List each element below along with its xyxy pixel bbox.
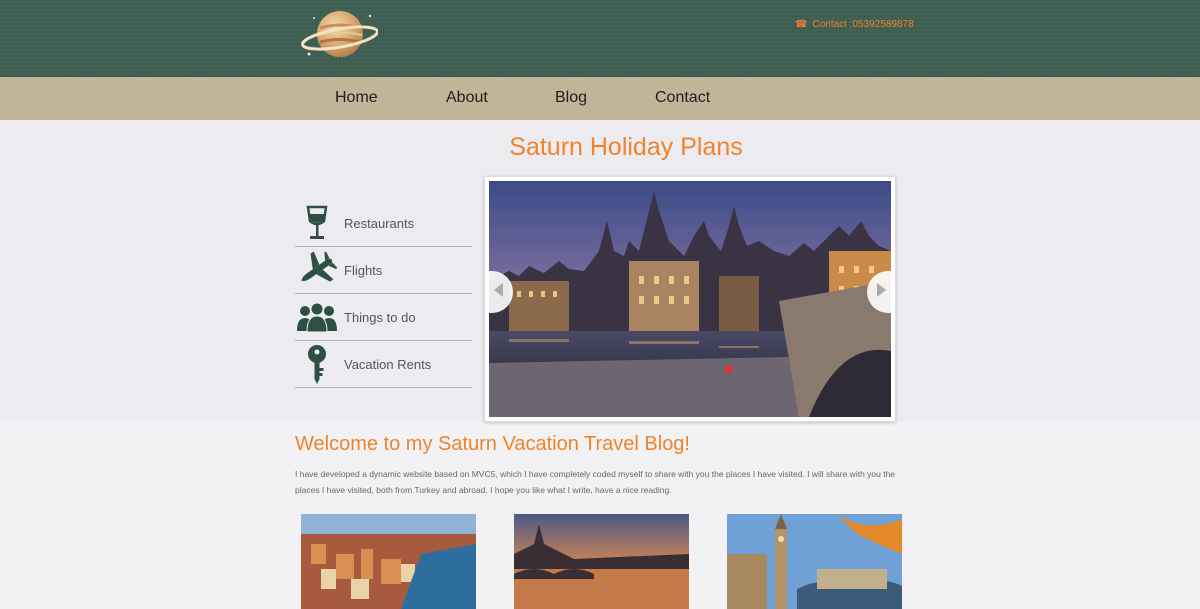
nav-item-about[interactable]: About <box>446 89 488 107</box>
sidebar-item-things-to-do[interactable]: Things to do <box>295 294 472 341</box>
hero-title: Saturn Holiday Plans <box>509 133 743 161</box>
contact-text: Contact :05392589878 <box>812 19 914 30</box>
colorful-harbor-city-photo[interactable] <box>301 514 476 609</box>
sidebar-menu: Restaurants Flights Things to do Vacatio… <box>295 200 472 388</box>
sidebar-item-label: Flights <box>344 262 383 278</box>
site-header: ☎ Contact :05392589878 <box>0 0 1200 77</box>
phone-icon: ☎ <box>795 19 808 30</box>
big-ben-autumn-photo[interactable] <box>727 514 902 609</box>
nav-item-home[interactable]: Home <box>335 89 378 107</box>
chevron-left-icon <box>494 282 504 302</box>
sidebar-item-vacation-rents[interactable]: Vacation Rents <box>295 341 472 388</box>
nav-item-contact[interactable]: Contact <box>655 89 710 107</box>
ghent-city-photo <box>489 181 891 417</box>
sidebar-item-label: Vacation Rents <box>344 356 432 372</box>
saturn-logo-icon[interactable] <box>300 4 379 64</box>
contact-info[interactable]: ☎ Contact :05392589878 <box>795 19 914 30</box>
welcome-text: I have developed a dynamic website based… <box>295 469 896 495</box>
nav-item-blog[interactable]: Blog <box>555 89 587 107</box>
key-icon <box>295 341 339 387</box>
people-icon <box>295 294 339 340</box>
welcome-title: Welcome to my Saturn Vacation Travel Blo… <box>295 433 690 455</box>
wine-glass-icon <box>295 200 339 246</box>
sidebar-item-label: Things to do <box>344 309 416 325</box>
main-nav: Home About Blog Contact <box>0 77 1200 120</box>
river-bridge-sunset-photo[interactable] <box>514 514 689 609</box>
chevron-right-icon <box>876 282 886 302</box>
sidebar-item-label: Restaurants <box>344 215 415 231</box>
sidebar-item-restaurants[interactable]: Restaurants <box>295 200 472 247</box>
image-slider[interactable] <box>484 176 896 422</box>
sidebar-item-flights[interactable]: Flights <box>295 247 472 294</box>
airplane-icon <box>295 247 339 293</box>
